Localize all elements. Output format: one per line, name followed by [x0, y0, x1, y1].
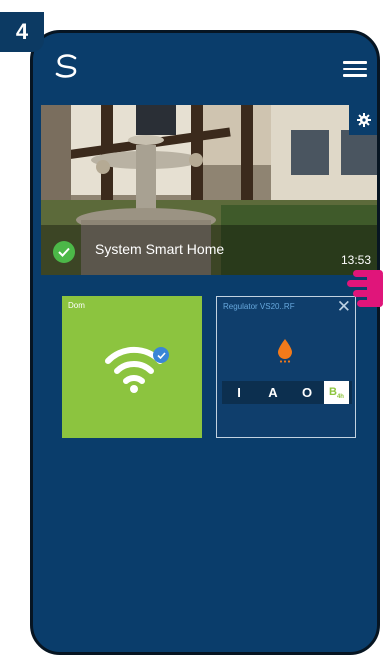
mode-button-a[interactable]: A — [256, 381, 290, 404]
water-drop-icon — [278, 339, 292, 363]
home-name: System Smart Home — [95, 241, 225, 257]
mode-bar: I A O B4h — [222, 381, 352, 404]
mode-boost-label: B — [329, 386, 337, 398]
check-circle-icon — [53, 241, 75, 263]
hamburger-menu-icon[interactable] — [343, 61, 367, 77]
settings-button[interactable] — [349, 105, 377, 135]
phone-screen: System Smart Home 13:53 Dom Regulator VS… — [30, 30, 380, 655]
mode-button-o[interactable]: O — [290, 381, 324, 404]
home-card[interactable]: System Smart Home 13:53 — [41, 105, 377, 275]
check-icon — [153, 347, 169, 363]
tile-title: Dom — [68, 301, 85, 310]
mode-boost-sub: 4h — [336, 394, 344, 401]
step-number-badge: 4 — [0, 12, 44, 52]
syxthsense-logo-icon — [55, 54, 77, 78]
mode-button-i[interactable]: I — [222, 381, 256, 404]
gear-icon — [357, 113, 371, 127]
tile-title: Regulator VS20..RF — [223, 302, 295, 311]
tile-regulator[interactable]: Regulator VS20..RF ✕ I A O B4h — [216, 296, 356, 438]
hand-pointer-icon — [347, 270, 383, 307]
mode-button-boost[interactable]: B4h — [324, 381, 349, 404]
tile-dom[interactable]: Dom — [62, 296, 202, 438]
home-time: 13:53 — [340, 253, 371, 267]
